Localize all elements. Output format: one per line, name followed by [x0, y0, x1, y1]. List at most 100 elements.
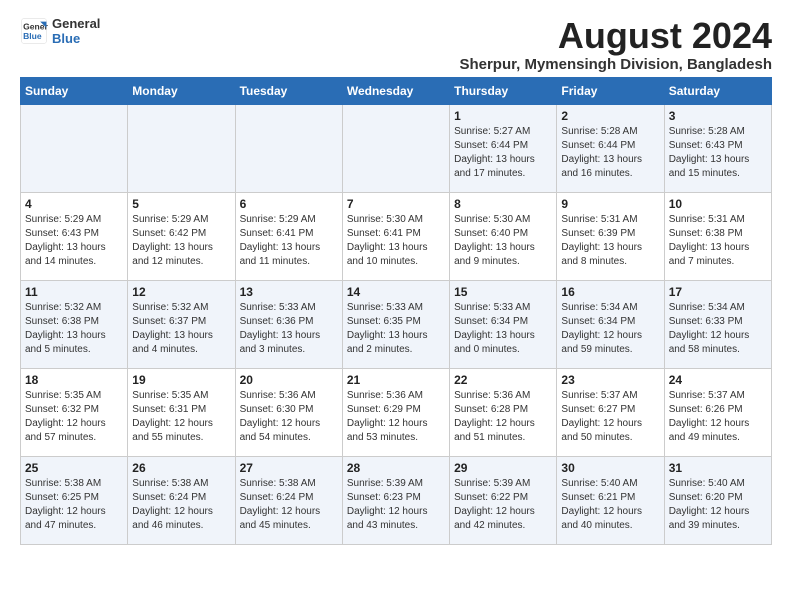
day-info: Sunrise: 5:37 AM Sunset: 6:26 PM Dayligh…	[669, 389, 767, 445]
calendar-table: SundayMondayTuesdayWednesdayThursdayFrid…	[20, 77, 772, 545]
calendar-cell: 16 Sunrise: 5:34 AM Sunset: 6:34 PM Dayli…	[557, 280, 664, 368]
day-number: 14	[347, 285, 445, 299]
calendar-cell: 26 Sunrise: 5:38 AM Sunset: 6:24 PM Dayli…	[128, 456, 235, 544]
day-info: Sunrise: 5:36 AM Sunset: 6:30 PM Dayligh…	[240, 389, 338, 445]
day-number: 21	[347, 373, 445, 387]
calendar-cell: 15Sunrise: 5:33 AM Sunset: 6:34 PM Dayli…	[450, 280, 557, 368]
calendar-cell: 27 Sunrise: 5:38 AM Sunset: 6:24 PM Dayli…	[235, 456, 342, 544]
calendar-cell: 9Sunrise: 5:31 AM Sunset: 6:39 PM Daylig…	[557, 192, 664, 280]
calendar-cell: 11 Sunrise: 5:32 AM Sunset: 6:38 PM Dayli…	[21, 280, 128, 368]
day-info: Sunrise: 5:30 AM Sunset: 6:41 PM Dayligh…	[347, 213, 445, 269]
calendar-cell: 6 Sunrise: 5:29 AM Sunset: 6:41 PM Daylig…	[235, 192, 342, 280]
day-info: Sunrise: 5:37 AM Sunset: 6:27 PM Dayligh…	[561, 389, 659, 445]
calendar-cell: 4Sunrise: 5:29 AM Sunset: 6:43 PM Daylig…	[21, 192, 128, 280]
header-cell-friday: Friday	[557, 77, 664, 104]
logo-icon: General Blue	[20, 17, 48, 45]
calendar-cell: 12 Sunrise: 5:32 AM Sunset: 6:37 PM Dayli…	[128, 280, 235, 368]
calendar-cell: 8Sunrise: 5:30 AM Sunset: 6:40 PM Daylig…	[450, 192, 557, 280]
main-title: August 2024	[459, 16, 772, 56]
day-number: 11	[25, 285, 123, 299]
calendar-cell: 20 Sunrise: 5:36 AM Sunset: 6:30 PM Dayli…	[235, 368, 342, 456]
day-info: Sunrise: 5:28 AM Sunset: 6:43 PM Dayligh…	[669, 125, 767, 181]
day-number: 3	[669, 109, 767, 123]
header-cell-sunday: Sunday	[21, 77, 128, 104]
calendar-cell: 22Sunrise: 5:36 AM Sunset: 6:28 PM Dayli…	[450, 368, 557, 456]
day-number: 5	[132, 197, 230, 211]
day-number: 30	[561, 461, 659, 475]
day-number: 29	[454, 461, 552, 475]
calendar-cell: 14 Sunrise: 5:33 AM Sunset: 6:35 PM Dayli…	[342, 280, 449, 368]
week-row-3: 11 Sunrise: 5:32 AM Sunset: 6:38 PM Dayli…	[21, 280, 772, 368]
day-number: 16	[561, 285, 659, 299]
calendar-cell	[128, 104, 235, 192]
day-number: 1	[454, 109, 552, 123]
logo-line1: General	[52, 16, 100, 31]
calendar-cell: 17Sunrise: 5:34 AM Sunset: 6:33 PM Dayli…	[664, 280, 771, 368]
calendar-cell	[342, 104, 449, 192]
calendar-cell: 3 Sunrise: 5:28 AM Sunset: 6:43 PM Daylig…	[664, 104, 771, 192]
day-number: 20	[240, 373, 338, 387]
day-info: Sunrise: 5:32 AM Sunset: 6:37 PM Dayligh…	[132, 301, 230, 357]
day-info: Sunrise: 5:31 AM Sunset: 6:39 PM Dayligh…	[561, 213, 659, 269]
header-cell-monday: Monday	[128, 77, 235, 104]
day-info: Sunrise: 5:34 AM Sunset: 6:34 PM Dayligh…	[561, 301, 659, 357]
calendar-cell: 30 Sunrise: 5:40 AM Sunset: 6:21 PM Dayli…	[557, 456, 664, 544]
calendar-cell: 28 Sunrise: 5:39 AM Sunset: 6:23 PM Dayli…	[342, 456, 449, 544]
day-number: 10	[669, 197, 767, 211]
day-info: Sunrise: 5:29 AM Sunset: 6:41 PM Dayligh…	[240, 213, 338, 269]
calendar-cell: 18Sunrise: 5:35 AM Sunset: 6:32 PM Dayli…	[21, 368, 128, 456]
day-number: 15	[454, 285, 552, 299]
day-info: Sunrise: 5:33 AM Sunset: 6:35 PM Dayligh…	[347, 301, 445, 357]
day-info: Sunrise: 5:29 AM Sunset: 6:43 PM Dayligh…	[25, 213, 123, 269]
day-number: 28	[347, 461, 445, 475]
calendar-cell: 2 Sunrise: 5:28 AM Sunset: 6:44 PM Daylig…	[557, 104, 664, 192]
svg-text:Blue: Blue	[23, 31, 42, 41]
calendar-cell: 5 Sunrise: 5:29 AM Sunset: 6:42 PM Daylig…	[128, 192, 235, 280]
day-number: 7	[347, 197, 445, 211]
header: General Blue General Blue August 2024 Sh…	[20, 16, 772, 73]
day-number: 24	[669, 373, 767, 387]
day-number: 17	[669, 285, 767, 299]
day-number: 27	[240, 461, 338, 475]
logo: General Blue General Blue	[20, 16, 100, 46]
day-info: Sunrise: 5:35 AM Sunset: 6:32 PM Dayligh…	[25, 389, 123, 445]
week-row-1: 1Sunrise: 5:27 AM Sunset: 6:44 PM Daylig…	[21, 104, 772, 192]
calendar-cell: 21 Sunrise: 5:36 AM Sunset: 6:29 PM Dayli…	[342, 368, 449, 456]
day-number: 12	[132, 285, 230, 299]
day-info: Sunrise: 5:36 AM Sunset: 6:29 PM Dayligh…	[347, 389, 445, 445]
day-number: 25	[25, 461, 123, 475]
day-info: Sunrise: 5:38 AM Sunset: 6:24 PM Dayligh…	[240, 477, 338, 533]
logo-line2: Blue	[52, 31, 100, 46]
calendar-cell: 23 Sunrise: 5:37 AM Sunset: 6:27 PM Dayli…	[557, 368, 664, 456]
subtitle: Sherpur, Mymensingh Division, Bangladesh	[459, 56, 772, 73]
day-number: 6	[240, 197, 338, 211]
calendar-cell: 24 Sunrise: 5:37 AM Sunset: 6:26 PM Dayli…	[664, 368, 771, 456]
day-number: 13	[240, 285, 338, 299]
day-info: Sunrise: 5:38 AM Sunset: 6:25 PM Dayligh…	[25, 477, 123, 533]
day-number: 2	[561, 109, 659, 123]
header-cell-wednesday: Wednesday	[342, 77, 449, 104]
calendar-cell: 31Sunrise: 5:40 AM Sunset: 6:20 PM Dayli…	[664, 456, 771, 544]
day-number: 23	[561, 373, 659, 387]
page: General Blue General Blue August 2024 Sh…	[0, 0, 792, 561]
day-info: Sunrise: 5:39 AM Sunset: 6:23 PM Dayligh…	[347, 477, 445, 533]
header-cell-tuesday: Tuesday	[235, 77, 342, 104]
day-info: Sunrise: 5:32 AM Sunset: 6:38 PM Dayligh…	[25, 301, 123, 357]
day-info: Sunrise: 5:29 AM Sunset: 6:42 PM Dayligh…	[132, 213, 230, 269]
day-number: 31	[669, 461, 767, 475]
day-number: 26	[132, 461, 230, 475]
week-row-5: 25 Sunrise: 5:38 AM Sunset: 6:25 PM Dayli…	[21, 456, 772, 544]
calendar-cell: 1Sunrise: 5:27 AM Sunset: 6:44 PM Daylig…	[450, 104, 557, 192]
calendar-cell: 7 Sunrise: 5:30 AM Sunset: 6:41 PM Daylig…	[342, 192, 449, 280]
day-info: Sunrise: 5:36 AM Sunset: 6:28 PM Dayligh…	[454, 389, 552, 445]
day-info: Sunrise: 5:40 AM Sunset: 6:21 PM Dayligh…	[561, 477, 659, 533]
title-block: August 2024 Sherpur, Mymensingh Division…	[459, 16, 772, 73]
day-info: Sunrise: 5:38 AM Sunset: 6:24 PM Dayligh…	[132, 477, 230, 533]
calendar-cell: 10Sunrise: 5:31 AM Sunset: 6:38 PM Dayli…	[664, 192, 771, 280]
header-cell-saturday: Saturday	[664, 77, 771, 104]
calendar-cell	[235, 104, 342, 192]
day-info: Sunrise: 5:28 AM Sunset: 6:44 PM Dayligh…	[561, 125, 659, 181]
week-row-2: 4Sunrise: 5:29 AM Sunset: 6:43 PM Daylig…	[21, 192, 772, 280]
day-number: 8	[454, 197, 552, 211]
calendar-cell	[21, 104, 128, 192]
